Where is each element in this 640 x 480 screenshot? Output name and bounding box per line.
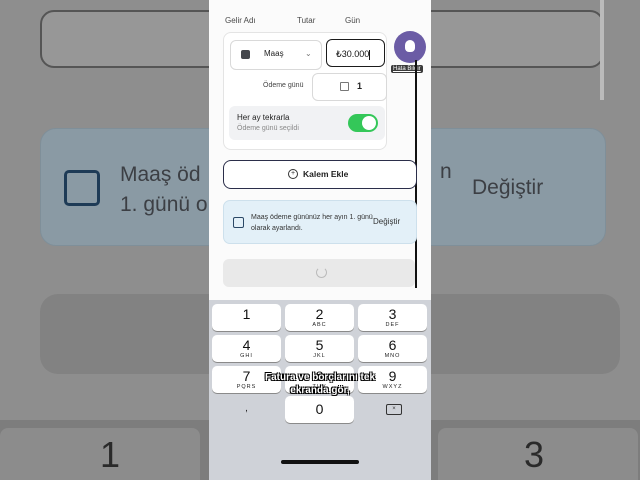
caption-line1: Fatura ve borçlarını tek (264, 372, 376, 383)
key-digit: 0 (315, 401, 324, 417)
caption-line2: ekranda gör, (290, 385, 350, 396)
repeat-monthly-row: Her ay tekrarla Ödeme günü seçildi (229, 106, 385, 140)
home-indicator[interactable] (281, 460, 359, 464)
key-digit: 4 (242, 337, 251, 353)
backspace-icon[interactable]: × (386, 404, 402, 415)
header-day: Gün (345, 16, 361, 25)
key-letters: GHI (240, 353, 253, 359)
info-banner-text: Maaş ödeme gününüz her ayın 1. günü olar… (251, 214, 373, 232)
loading-spinner-icon (316, 267, 327, 278)
bg-info-tail: n (440, 160, 452, 183)
income-source-label: Maaş (264, 49, 284, 58)
key-letters: DEF (385, 322, 400, 328)
key-6[interactable]: 6 MNO (358, 335, 427, 362)
key-5[interactable]: 5 JKL (285, 335, 354, 362)
add-item-button[interactable]: + Kalem Ekle (223, 160, 417, 189)
change-day-button[interactable]: Değiştir (373, 217, 400, 226)
bug-report-button[interactable] (394, 31, 426, 63)
bg-calendar-icon (64, 170, 100, 206)
key-digit: 2 (315, 306, 324, 322)
repeat-subtitle: Ödeme günü seçildi (237, 125, 299, 132)
header-source: Gelir Adı (225, 16, 256, 25)
text-caret (369, 49, 371, 60)
toggle-knob (362, 116, 376, 130)
key-3[interactable]: 3 DEF (358, 304, 427, 331)
bug-report-tooltip[interactable]: Hata Bildir (391, 65, 423, 73)
bg-key-1-label: 1 (100, 434, 121, 475)
repeat-toggle[interactable] (348, 114, 378, 132)
plus-circle-icon: + (288, 169, 298, 179)
video-caption: Fatura ve borçlarını tek ekranda gör, (209, 371, 431, 397)
income-source-select[interactable]: Maaş ⌄ (230, 40, 322, 70)
amount-value: ₺30.000 (336, 49, 370, 59)
amount-input[interactable]: ₺30.000 (326, 39, 385, 67)
key-letters: MNO (384, 353, 401, 359)
save-button-loading[interactable] (223, 259, 415, 287)
key-letters: ABC (312, 322, 327, 328)
calendar-icon (340, 82, 349, 91)
key-digit: 6 (388, 337, 397, 353)
bg-change-label: Değiştir (472, 176, 544, 199)
key-0[interactable]: 0 (285, 396, 354, 423)
phone-screen: Gelir Adı Tutar Gün Maaş ⌄ ₺30.000 Ödeme… (209, 0, 431, 480)
payment-day-value: 1 (357, 81, 363, 91)
bg-strip (600, 0, 604, 100)
bug-icon (405, 40, 415, 52)
key-2[interactable]: 2 ABC (285, 304, 354, 331)
key-digit: 1 (242, 306, 251, 322)
key-1[interactable]: 1 (212, 304, 281, 331)
add-item-label: Kalem Ekle (303, 169, 349, 179)
key-digit: 5 (315, 337, 324, 353)
calendar-icon (233, 217, 244, 228)
chevron-down-icon: ⌄ (305, 49, 312, 58)
key-letters: JKL (313, 353, 326, 359)
wallet-icon (241, 50, 250, 59)
repeat-title: Her ay tekrarla (237, 113, 290, 122)
bg-key-3-label: 3 (524, 434, 545, 475)
key-4[interactable]: 4 GHI (212, 335, 281, 362)
header-amount: Tutar (297, 16, 316, 25)
key-decimal[interactable]: , (212, 396, 281, 423)
payment-day-label: Ödeme günü (263, 82, 304, 89)
info-banner: Maaş ödeme gününüz her ayın 1. günü olar… (223, 200, 417, 244)
key-digit: 3 (388, 306, 397, 322)
payment-day-picker[interactable]: 1 (312, 73, 387, 101)
